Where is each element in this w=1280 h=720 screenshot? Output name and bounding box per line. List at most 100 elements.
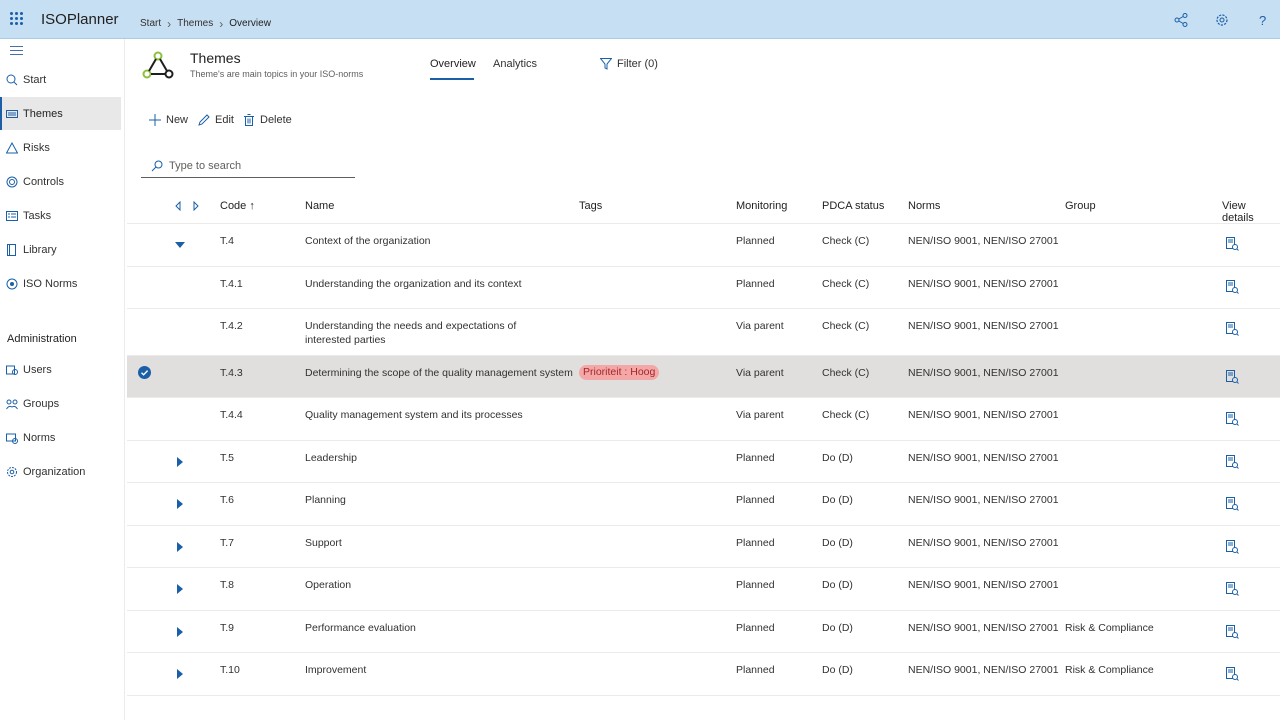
column-header-name[interactable]: Name <box>305 200 334 212</box>
view-details-icon[interactable] <box>1225 455 1239 469</box>
sidebar-item-norms[interactable]: Norms <box>0 421 121 454</box>
column-header-view-details[interactable]: View details <box>1222 200 1280 224</box>
chevron-right-icon[interactable] <box>175 584 185 594</box>
column-header-code[interactable]: Code ↑ <box>220 200 255 212</box>
app-launcher-icon[interactable] <box>10 12 23 25</box>
row-monitoring: Via parent <box>736 320 784 332</box>
edit-button[interactable]: Edit <box>198 114 234 126</box>
view-details-icon[interactable] <box>1225 280 1239 294</box>
row-monitoring: Planned <box>736 664 775 676</box>
column-header-pdca[interactable]: PDCA status <box>822 200 884 212</box>
sidebar-item-users[interactable]: Users <box>0 353 121 386</box>
column-header-group[interactable]: Group <box>1065 200 1096 212</box>
sidebar-item-groups[interactable]: Groups <box>0 387 121 420</box>
plus-icon <box>149 114 161 126</box>
tab-active-indicator <box>430 78 474 80</box>
view-details-icon[interactable] <box>1225 667 1239 681</box>
norms-admin-icon <box>6 433 18 444</box>
delete-button[interactable]: Delete <box>243 114 292 126</box>
filter-button[interactable]: Filter (0) <box>600 58 658 70</box>
sidebar-item-label: Controls <box>23 175 64 188</box>
hamburger-icon[interactable] <box>10 46 23 56</box>
view-details-icon[interactable] <box>1225 412 1239 426</box>
sidebar-item-label: Norms <box>23 431 56 444</box>
column-header-tags[interactable]: Tags <box>579 200 602 212</box>
row-code: T.6 <box>220 494 235 506</box>
row-name: Determining the scope of the quality man… <box>305 367 573 379</box>
settings-icon[interactable] <box>1214 12 1230 28</box>
table-row[interactable]: T.7 Support Planned Do (D) NEN/ISO 9001,… <box>127 526 1280 568</box>
view-details-icon[interactable] <box>1225 540 1239 554</box>
row-name: Planning <box>305 494 346 506</box>
chevron-right-icon[interactable] <box>175 457 185 467</box>
sidebar-item-start[interactable]: Start <box>0 63 121 96</box>
table-row-selected[interactable]: T.4.3 Determining the scope of the quali… <box>127 356 1280 398</box>
table-row[interactable]: T.4.2 Understanding the needs and expect… <box>127 309 1280 356</box>
sidebar-item-organization[interactable]: Organization <box>0 455 121 488</box>
row-name: Understanding the organization and its c… <box>305 278 522 290</box>
view-details-icon[interactable] <box>1225 582 1239 596</box>
row-norms: NEN/ISO 9001, NEN/ISO 27001 <box>908 622 1059 634</box>
table-row[interactable]: T.10 Improvement Planned Do (D) NEN/ISO … <box>127 653 1280 696</box>
view-details-icon[interactable] <box>1225 497 1239 511</box>
column-header-monitoring[interactable]: Monitoring <box>736 200 787 212</box>
chevron-right-icon[interactable] <box>175 542 185 552</box>
sidebar-item-library[interactable]: Library <box>0 233 121 266</box>
table-row[interactable]: T.4.4 Quality management system and its … <box>127 398 1280 441</box>
row-pdca: Do (D) <box>822 579 853 591</box>
table-row[interactable]: T.5 Leadership Planned Do (D) NEN/ISO 90… <box>127 441 1280 483</box>
svg-text:?: ? <box>1259 13 1266 28</box>
share-icon[interactable] <box>1173 12 1189 28</box>
sidebar-item-label: ISO Norms <box>23 277 78 290</box>
table-row[interactable]: T.4.1 Understanding the organization and… <box>127 267 1280 309</box>
new-button[interactable]: New <box>149 114 188 126</box>
row-name: Understanding the needs and expectations… <box>305 320 517 346</box>
chevron-right-icon[interactable] <box>175 499 185 509</box>
tasks-icon <box>6 210 18 221</box>
view-details-icon[interactable] <box>1225 625 1239 639</box>
row-monitoring: Planned <box>736 537 775 549</box>
row-name: Leadership <box>305 452 357 464</box>
view-details-icon[interactable] <box>1225 237 1239 251</box>
page-subtitle: Theme's are main topics in your ISO-norm… <box>190 69 364 79</box>
checkmark-circle-icon[interactable] <box>138 366 151 379</box>
help-icon[interactable]: ? <box>1255 12 1271 28</box>
row-monitoring: Via parent <box>736 409 784 421</box>
column-scroll-arrows-icon[interactable] <box>175 201 201 211</box>
search-input[interactable] <box>169 160 349 172</box>
table-row[interactable]: T.6 Planning Planned Do (D) NEN/ISO 9001… <box>127 483 1280 526</box>
row-norms: NEN/ISO 9001, NEN/ISO 27001 <box>908 409 1059 421</box>
app-title[interactable]: ISOPlanner <box>41 11 119 28</box>
row-name: Support <box>305 537 342 549</box>
sidebar-item-tasks[interactable]: Tasks <box>0 199 121 232</box>
sidebar-item-risks[interactable]: Risks <box>0 131 121 164</box>
row-code: T.4.4 <box>220 409 243 421</box>
sidebar-item-themes[interactable]: Themes <box>0 97 121 130</box>
search-icon <box>151 160 163 172</box>
chevron-right-icon[interactable] <box>175 669 185 679</box>
table-row[interactable]: T.4 Context of the organization Planned … <box>127 224 1280 267</box>
tag-badge[interactable]: Prioriteit : Hoog <box>579 365 660 380</box>
tab-overview[interactable]: Overview <box>430 58 476 70</box>
sidebar-item-label: Start <box>23 73 47 86</box>
table-row[interactable]: T.9 Performance evaluation Planned Do (D… <box>127 611 1280 653</box>
row-name: Quality management system and its proces… <box>305 409 523 421</box>
breadcrumb-themes[interactable]: Themes <box>177 18 213 29</box>
row-code: T.9 <box>220 622 235 634</box>
row-norms: NEN/ISO 9001, NEN/ISO 27001 <box>908 278 1059 290</box>
breadcrumb-start[interactable]: Start <box>140 18 161 29</box>
sidebar-item-controls[interactable]: Controls <box>0 165 121 198</box>
sidebar-item-iso-norms[interactable]: ISO Norms <box>0 267 121 300</box>
view-details-icon[interactable] <box>1225 322 1239 336</box>
pencil-icon <box>198 114 210 126</box>
table-row[interactable]: T.8 Operation Planned Do (D) NEN/ISO 900… <box>127 568 1280 611</box>
tab-analytics[interactable]: Analytics <box>493 58 537 70</box>
column-header-norms[interactable]: Norms <box>908 200 940 212</box>
row-pdca: Do (D) <box>822 537 853 549</box>
chevron-right-icon[interactable] <box>175 627 185 637</box>
breadcrumb-overview: Overview <box>229 18 271 29</box>
home-icon <box>6 74 18 85</box>
view-details-icon[interactable] <box>1225 370 1239 384</box>
chevron-down-icon[interactable] <box>175 239 185 249</box>
row-pdca: Check (C) <box>822 320 870 332</box>
